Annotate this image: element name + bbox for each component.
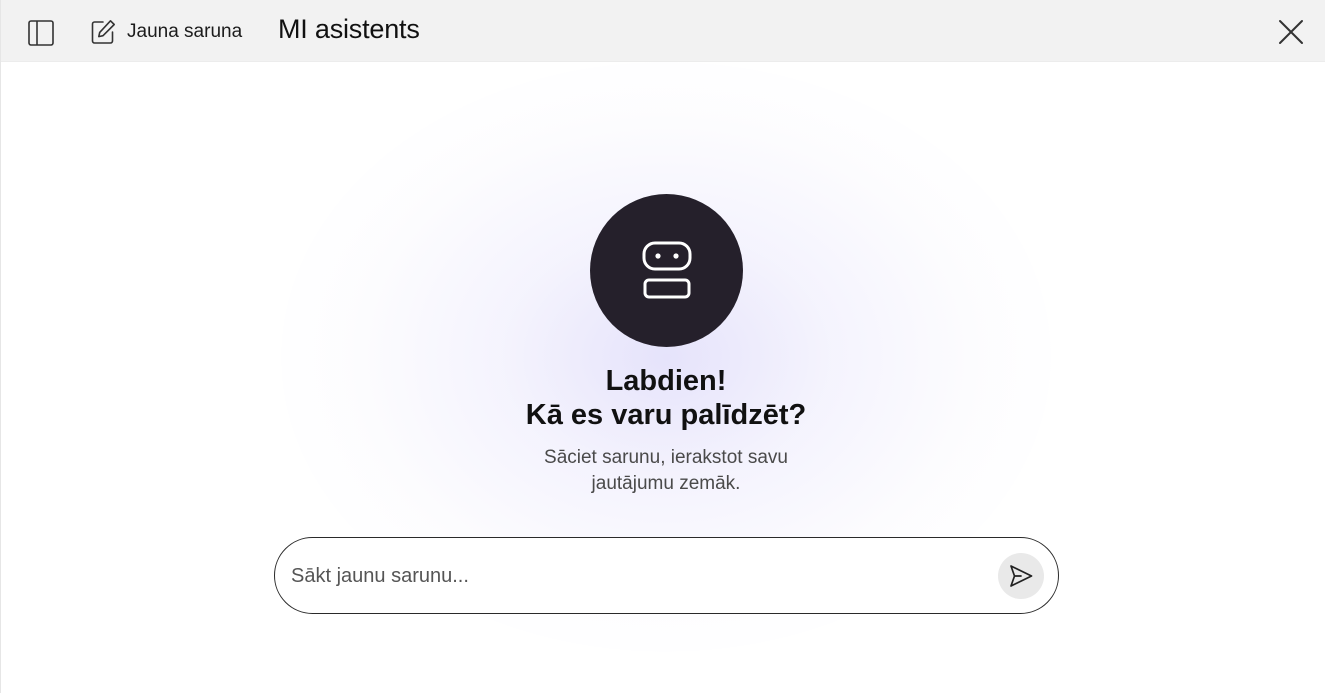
message-composer [274,537,1059,614]
new-chat-label: Jauna saruna [127,21,243,42]
sidebar-panel-icon [28,20,54,46]
assistant-window: Jauna saruna MI asistents Labdien! Kā es… [0,0,1325,693]
greeting-heading: Labdien! Kā es varu palīdzēt? [363,364,969,432]
subtext-line: Sāciet sarunu, ierakstot savu [544,447,788,468]
send-icon [1010,565,1033,587]
welcome-subtext: Sāciet sarunu, ierakstot savu jautājumu … [463,445,869,497]
edit-square-icon [91,20,115,44]
message-input[interactable] [291,556,981,596]
subtext-line: jautājumu zemāk. [591,473,741,494]
assistant-avatar [590,194,743,347]
app-title: MI asistents [278,14,420,44]
greeting-line: Labdien! [605,365,727,397]
chat-main: Labdien! Kā es varu palīdzēt? Sāciet sar… [1,62,1325,693]
top-bar: Jauna saruna MI asistents [1,0,1325,62]
robot-icon [642,241,691,298]
send-button[interactable] [998,553,1044,599]
close-icon [1279,20,1303,44]
sidebar-toggle-button[interactable] [25,17,57,49]
greeting-question: Kā es varu palīdzēt? [525,399,807,431]
close-button[interactable] [1274,15,1308,49]
new-chat-button[interactable]: Jauna saruna [89,16,242,48]
